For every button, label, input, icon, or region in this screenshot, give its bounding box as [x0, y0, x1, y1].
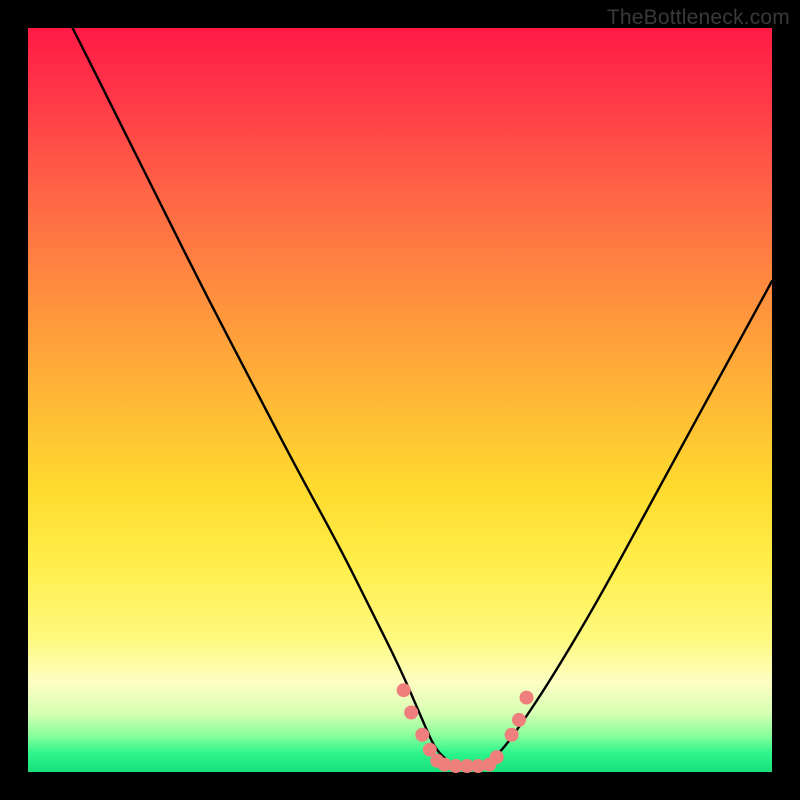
curve-svg	[28, 28, 772, 772]
trough-marker	[415, 728, 429, 742]
trough-marker	[490, 750, 504, 764]
trough-marker	[520, 691, 534, 705]
attribution-label: TheBottleneck.com	[607, 6, 790, 30]
bottleneck-curve	[73, 28, 772, 768]
trough-markers	[397, 683, 534, 773]
plot-area	[28, 28, 772, 772]
trough-marker	[397, 683, 411, 697]
trough-marker	[404, 706, 418, 720]
trough-marker	[505, 728, 519, 742]
trough-marker	[512, 713, 526, 727]
chart-frame: TheBottleneck.com	[0, 0, 800, 800]
